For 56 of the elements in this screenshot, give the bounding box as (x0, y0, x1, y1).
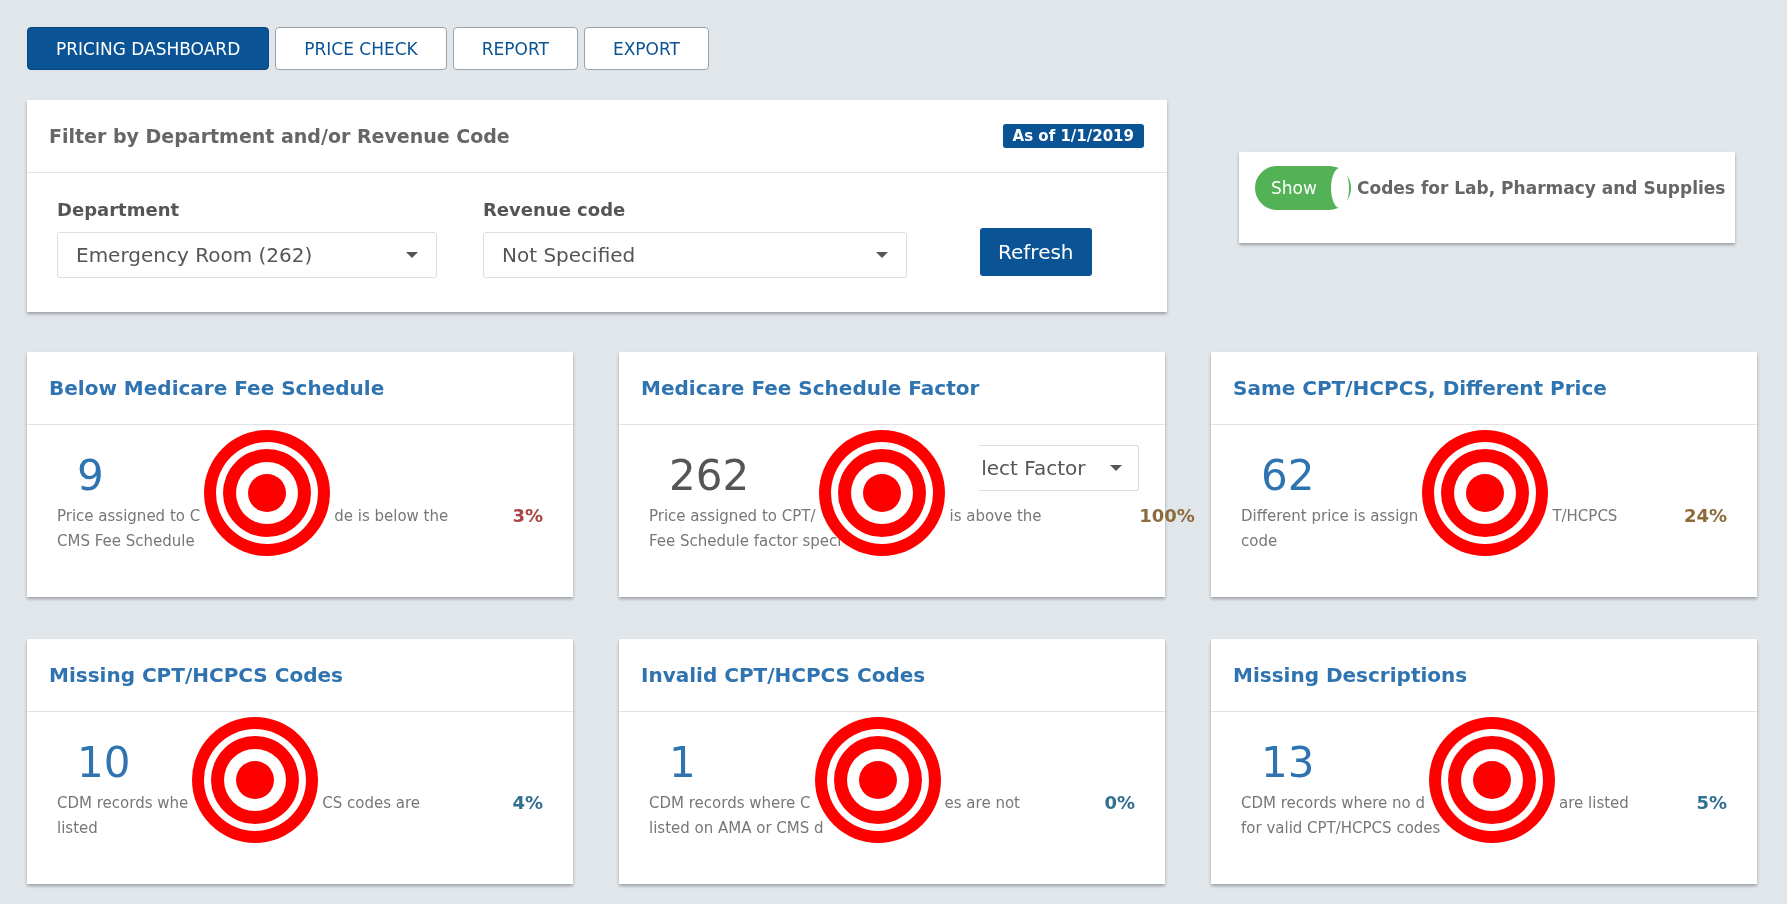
percentage: 100% (1139, 505, 1195, 526)
metric-description: for valid CPT/HCPCS codes (1241, 818, 1441, 837)
tab[interactable]: PRICING DASHBOARD (27, 27, 270, 70)
caret-icon (876, 252, 888, 258)
metric-value: 262 (668, 450, 750, 500)
metric-value: 9 (76, 450, 104, 500)
metric-value: 1 (668, 737, 696, 787)
dropdown[interactable]: Not Specified (483, 232, 907, 278)
card-title[interactable]: Below Medicare Fee Schedule (49, 376, 385, 400)
percentage: 3% (512, 505, 543, 526)
metric-description: CS codes are (322, 793, 421, 812)
metric-value: 13 (1260, 737, 1315, 787)
metric-description: T/HCPCS (1552, 506, 1618, 525)
factor-dropdown[interactable]: lect Factor (979, 445, 1140, 491)
metric-description: code (1241, 531, 1278, 550)
metric-description: CDM records where C (649, 793, 811, 812)
date-badge: As of 1/1/2019 (1002, 124, 1144, 148)
card-title[interactable]: Invalid CPT/HCPCS Codes (641, 663, 926, 687)
field-label: Department (57, 199, 181, 220)
metric-description: CDM records where no d (1241, 793, 1426, 812)
metric-description: listed on AMA or CMS d (649, 818, 824, 837)
metric-value: 10 (76, 737, 131, 787)
target-icon (204, 429, 331, 556)
tab[interactable]: PRICE CHECK (275, 27, 447, 70)
card-title[interactable]: Missing CPT/HCPCS Codes (49, 663, 343, 687)
percentage: 0% (1104, 792, 1135, 813)
metric-value: 62 (1260, 450, 1315, 500)
card-title[interactable]: Missing Descriptions (1233, 663, 1468, 687)
toggle-label: Codes for Lab, Pharmacy and Supplies (1357, 177, 1726, 198)
dropdown[interactable]: Emergency Room (262) (57, 232, 437, 278)
metric-description: de is below the (334, 506, 449, 525)
metric-description: Fee Schedule factor speci (649, 531, 842, 550)
metric-description: Different price is assign (1241, 506, 1419, 525)
metric-description: is above the (949, 506, 1042, 525)
panel-title: Filter by Department and/or Revenue Code (49, 125, 510, 147)
caret-icon (406, 252, 418, 258)
refresh-button[interactable]: Refresh (980, 228, 1092, 276)
percentage: 4% (512, 792, 543, 813)
field-label: Revenue code (483, 199, 627, 220)
metric-description: listed (57, 818, 98, 837)
metric-description: CDM records whe (57, 793, 189, 812)
metric-description: Price assigned to CPT/ (649, 506, 816, 525)
target-icon (192, 716, 319, 843)
metric-description: CMS Fee Schedule (57, 531, 195, 550)
percentage: 24% (1683, 505, 1727, 526)
card-title[interactable]: Medicare Fee Schedule Factor (641, 376, 980, 400)
target-icon (814, 716, 941, 843)
tab[interactable]: EXPORT (583, 27, 709, 70)
percentage: 5% (1696, 792, 1727, 813)
tab[interactable]: REPORT (452, 27, 578, 70)
metric-description: are listed (1559, 793, 1629, 812)
metric-description: Price assigned to C (57, 506, 201, 525)
caret-icon (1110, 465, 1123, 471)
card-title[interactable]: Same CPT/HCPCS, Different Price (1233, 376, 1607, 400)
target-icon (1422, 429, 1549, 556)
metric-description: es are not (944, 793, 1020, 812)
